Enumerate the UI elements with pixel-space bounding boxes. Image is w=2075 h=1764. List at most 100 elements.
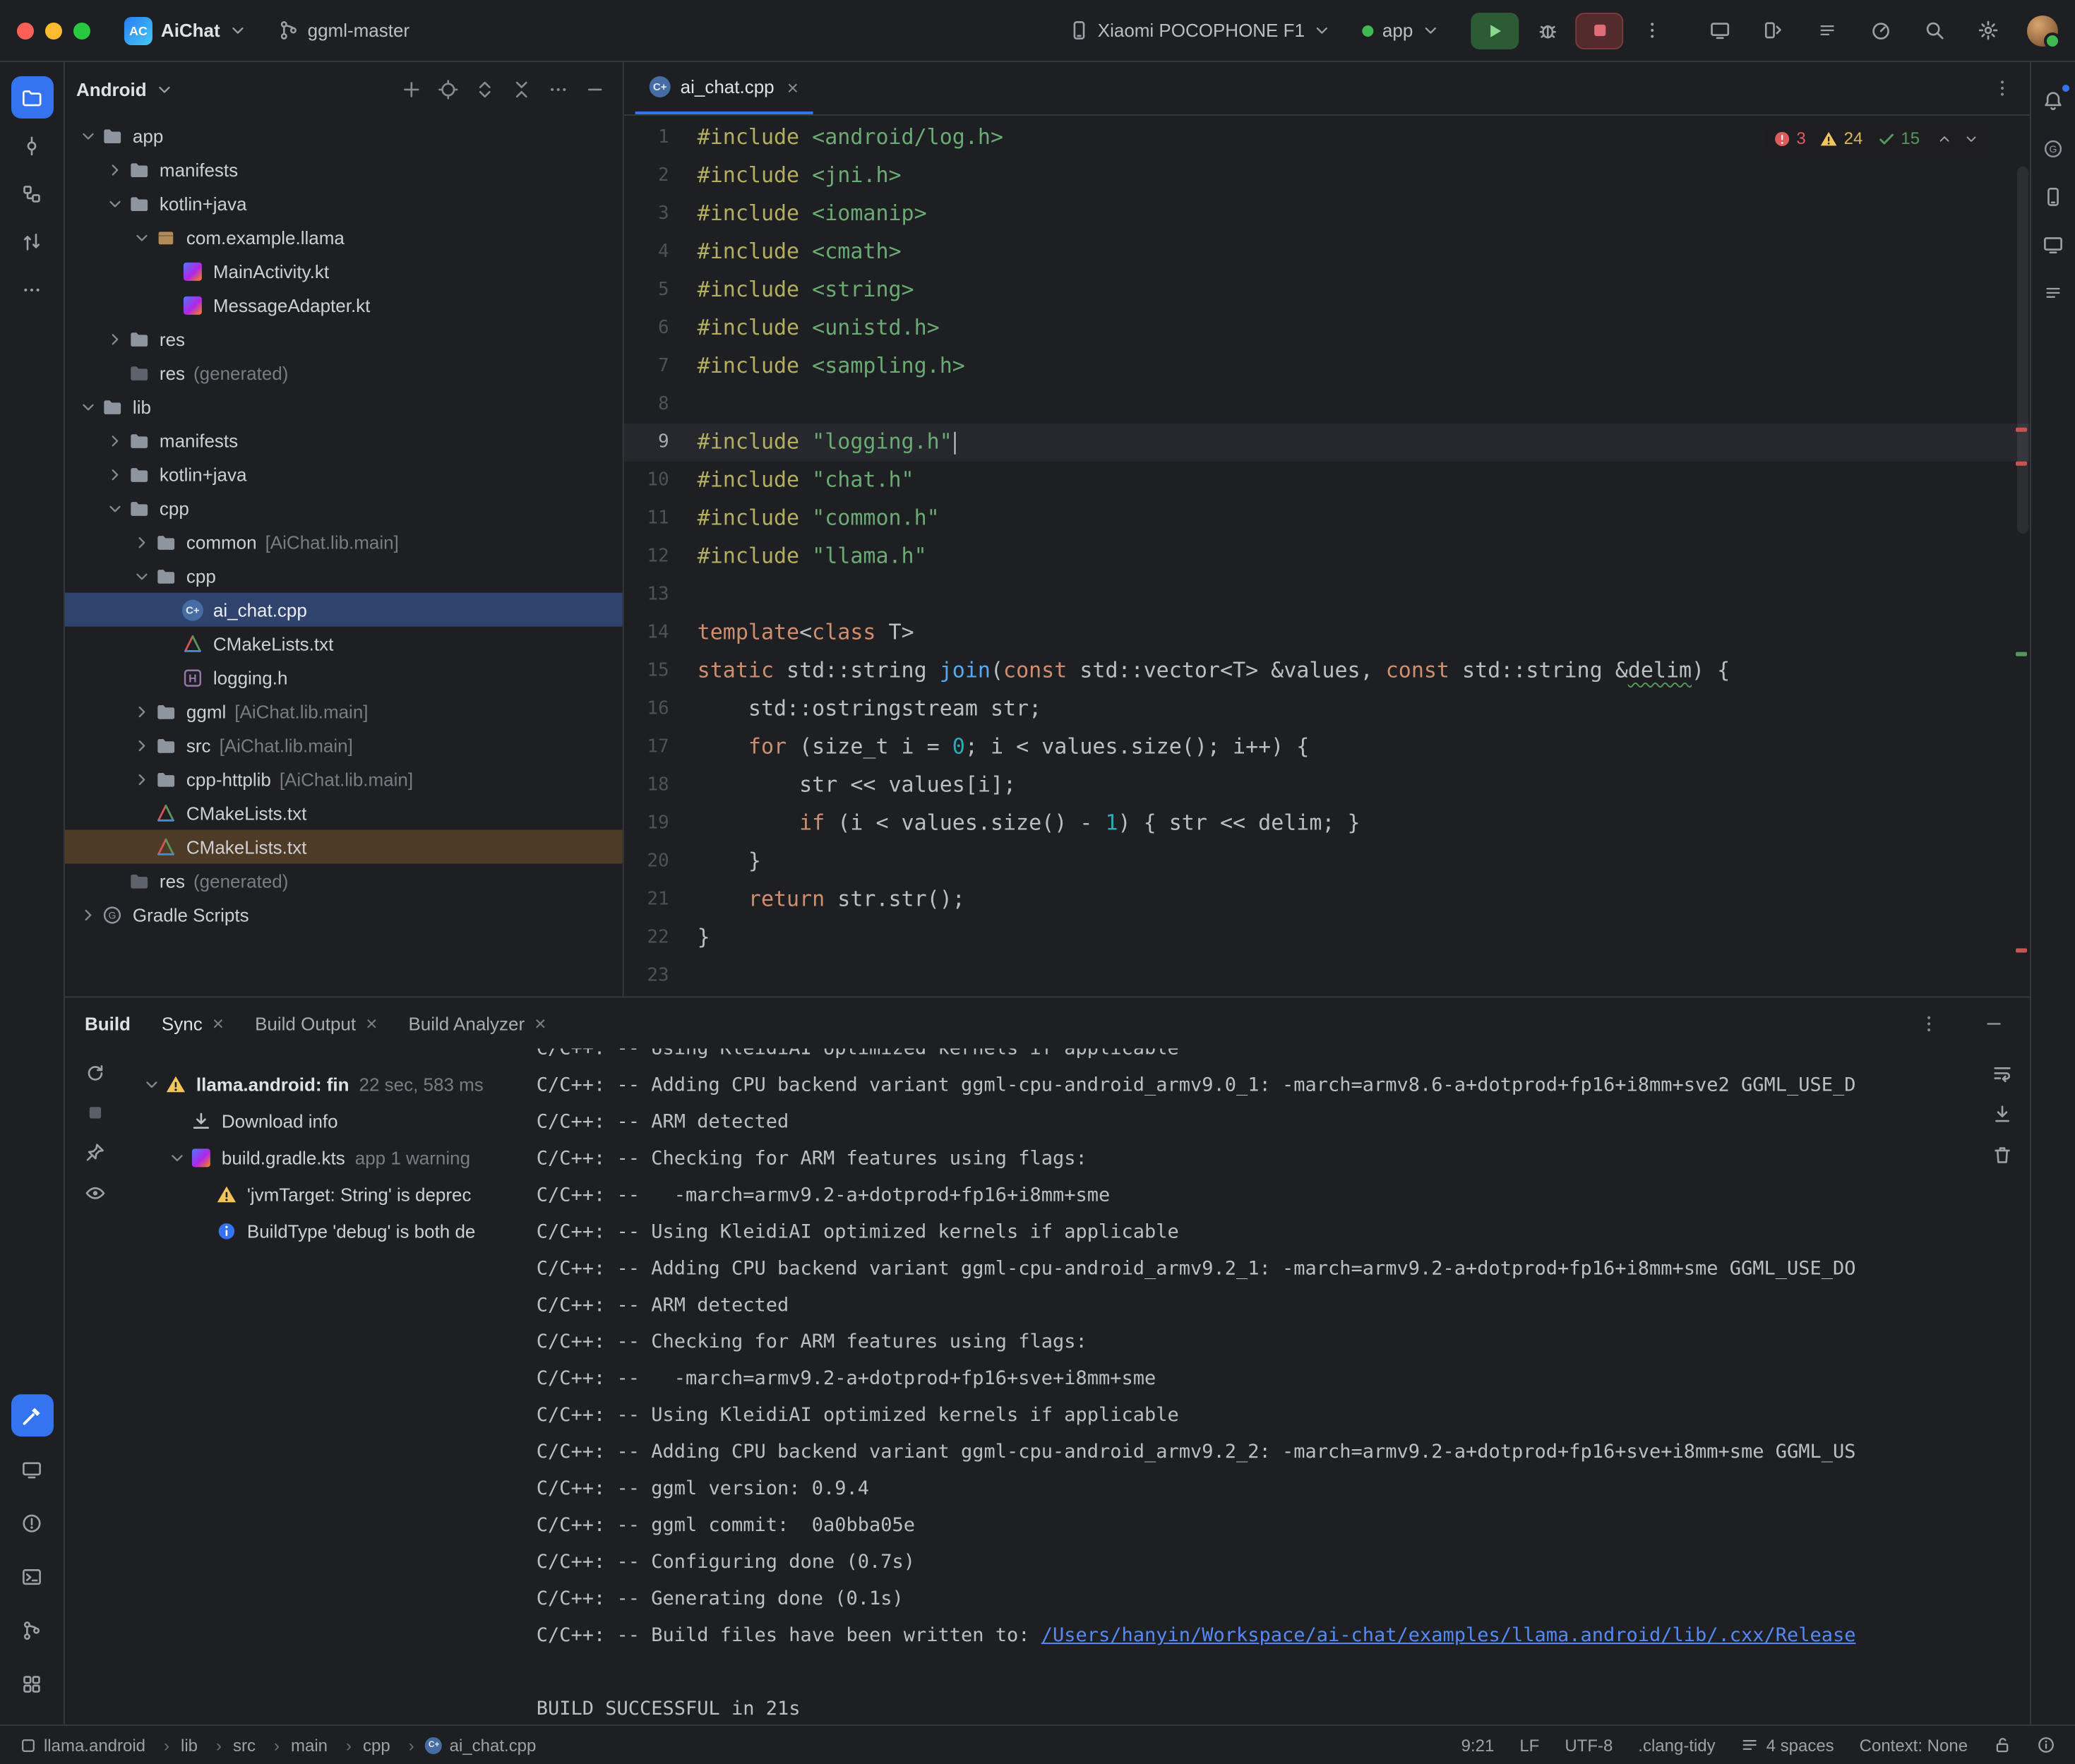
caret-position[interactable]: 9:21 — [1461, 1735, 1495, 1755]
scroll-to-end-button[interactable] — [1992, 1103, 2013, 1124]
chevron-right-icon[interactable] — [130, 736, 154, 755]
more-actions-button[interactable] — [1632, 11, 1671, 50]
chevron-down-icon[interactable] — [76, 126, 100, 145]
code-line[interactable]: 5#include <string> — [624, 271, 2030, 309]
stop-button[interactable] — [1575, 12, 1623, 49]
version-control-icon[interactable] — [11, 1609, 53, 1651]
breadcrumb-item[interactable]: lib — [181, 1735, 222, 1755]
rerun-button[interactable] — [84, 1062, 105, 1084]
more-button[interactable] — [541, 72, 575, 106]
chevron-right-icon[interactable] — [130, 702, 154, 721]
logcat-icon[interactable] — [1807, 11, 1846, 50]
tree-item[interactable]: GGradle Scripts — [65, 897, 623, 931]
project-view-selector[interactable]: Android — [76, 78, 147, 100]
code-line[interactable]: 9#include "logging.h" — [624, 424, 2030, 462]
encoding-selector[interactable]: UTF-8 — [1565, 1735, 1613, 1755]
tree-item[interactable]: ggml[AiChat.lib.main] — [65, 695, 623, 728]
editor-tab[interactable]: C+ ai_chat.cpp × — [635, 62, 813, 114]
hide-build-panel-button[interactable] — [1976, 1006, 2010, 1040]
code-line[interactable]: 17 for (size_t i = 0; i < values.size();… — [624, 728, 2030, 767]
editor-options-button[interactable] — [1985, 71, 2019, 105]
tree-item[interactable]: src[AiChat.lib.main] — [65, 728, 623, 762]
tree-item[interactable]: cpp — [65, 559, 623, 593]
run-button[interactable] — [1471, 12, 1519, 49]
code-line[interactable]: 3#include <iomanip> — [624, 195, 2030, 233]
editor-scrollbar[interactable] — [2017, 167, 2028, 534]
tree-item[interactable]: res(generated) — [65, 356, 623, 390]
pull-requests-icon[interactable] — [11, 220, 53, 263]
device-manager-icon[interactable] — [2032, 175, 2074, 217]
user-avatar[interactable] — [2027, 15, 2058, 46]
tree-item[interactable]: common[AiChat.lib.main] — [65, 525, 623, 559]
close-tab-icon[interactable]: × — [213, 1012, 224, 1034]
locate-button[interactable] — [431, 72, 465, 106]
close-tab-icon[interactable]: × — [534, 1012, 546, 1034]
indent-style-selector[interactable]: 4 spaces — [1741, 1735, 1834, 1755]
settings-icon[interactable] — [1968, 11, 2007, 50]
add-button[interactable] — [394, 72, 428, 106]
build-console[interactable]: C/C++: -- Using KleidiAI optimized kerne… — [520, 1048, 2030, 1724]
inspection-status-icon[interactable] — [2037, 1736, 2055, 1754]
code-line[interactable]: 15static std::string join(const std::vec… — [624, 652, 2030, 690]
pair-devices-icon[interactable] — [1753, 11, 1793, 50]
device-mirroring-icon[interactable] — [1699, 11, 1739, 50]
chevron-down-icon[interactable] — [130, 228, 154, 246]
tree-item[interactable]: res(generated) — [65, 864, 623, 898]
code-line[interactable]: 13 — [624, 576, 2030, 614]
tree-item[interactable]: com.example.llama — [65, 220, 623, 254]
app-insights-icon[interactable] — [2032, 271, 2074, 313]
tree-item[interactable]: CMakeLists.txt — [65, 627, 623, 661]
code-area[interactable]: 1#include <android/log.h>2#include <jni.… — [624, 116, 2030, 997]
build-tab-sync[interactable]: Sync× — [162, 1012, 224, 1034]
line-ending-selector[interactable]: LF — [1519, 1735, 1539, 1755]
profiler-icon[interactable] — [1860, 11, 1900, 50]
breadcrumb-item[interactable]: llama.android — [20, 1735, 169, 1755]
error-stripe-mark[interactable] — [2016, 428, 2027, 432]
next-problem-button[interactable] — [1963, 131, 1979, 146]
search-icon[interactable] — [1914, 11, 1954, 50]
tree-item[interactable]: CMakeLists.txt — [65, 830, 623, 864]
tree-item[interactable]: cpp — [65, 491, 623, 525]
breadcrumb-item[interactable]: src — [233, 1735, 280, 1755]
close-tab-icon[interactable]: × — [366, 1012, 377, 1034]
chevron-right-icon[interactable] — [103, 465, 127, 484]
more-icon[interactable] — [11, 268, 53, 311]
close-tab-icon[interactable]: × — [787, 76, 799, 98]
soft-wrap-button[interactable] — [1992, 1062, 2013, 1084]
tree-item[interactable]: res — [65, 322, 623, 356]
tree-item[interactable]: CMakeLists.txt — [65, 796, 623, 830]
clang-tidy-widget[interactable]: .clang-tidy — [1638, 1735, 1715, 1755]
zoom-window-button[interactable] — [73, 22, 90, 39]
code-line[interactable]: 6#include <unistd.h> — [624, 309, 2030, 347]
code-line[interactable]: 8 — [624, 385, 2030, 424]
build-icon[interactable] — [11, 1394, 53, 1436]
chevron-down-icon[interactable] — [76, 397, 100, 416]
code-line[interactable]: 18 str << values[i]; — [624, 767, 2030, 805]
code-line[interactable]: 21 return str.str(); — [624, 881, 2030, 919]
code-line[interactable]: 7#include <sampling.h> — [624, 347, 2030, 385]
code-line[interactable]: 22} — [624, 918, 2030, 956]
tree-item[interactable]: Hlogging.h — [65, 661, 623, 695]
typos-badge[interactable]: 15 — [1877, 128, 1920, 148]
chevron-down-icon[interactable] — [130, 567, 154, 585]
chevron-right-icon[interactable] — [130, 770, 154, 788]
tree-item[interactable]: manifests — [65, 152, 623, 186]
tree-item[interactable]: manifests — [65, 424, 623, 457]
code-line[interactable]: 20 } — [624, 843, 2030, 881]
chevron-down-icon[interactable] — [103, 194, 127, 212]
breadcrumb-item[interactable]: main — [291, 1735, 352, 1755]
chevron-right-icon[interactable] — [76, 905, 100, 923]
code-line[interactable]: 2#include <jni.h> — [624, 157, 2030, 195]
chevron-down-icon[interactable] — [138, 1074, 164, 1093]
code-line[interactable]: 23 — [624, 956, 2030, 995]
chevron-down-icon[interactable] — [103, 499, 127, 517]
device-selector[interactable]: Xiaomi POCOPHONE F1 — [1057, 14, 1343, 47]
clear-button[interactable] — [1992, 1144, 2013, 1165]
errors-badge[interactable]: 3 — [1772, 128, 1805, 148]
close-window-button[interactable] — [17, 22, 34, 39]
build-panel-options-button[interactable] — [1911, 1006, 1945, 1040]
code-line[interactable]: 16 std::ostringstream str; — [624, 690, 2030, 728]
terminal-icon[interactable] — [11, 1555, 53, 1597]
previous-problem-button[interactable] — [1937, 131, 1952, 146]
preview-button[interactable] — [84, 1182, 105, 1204]
